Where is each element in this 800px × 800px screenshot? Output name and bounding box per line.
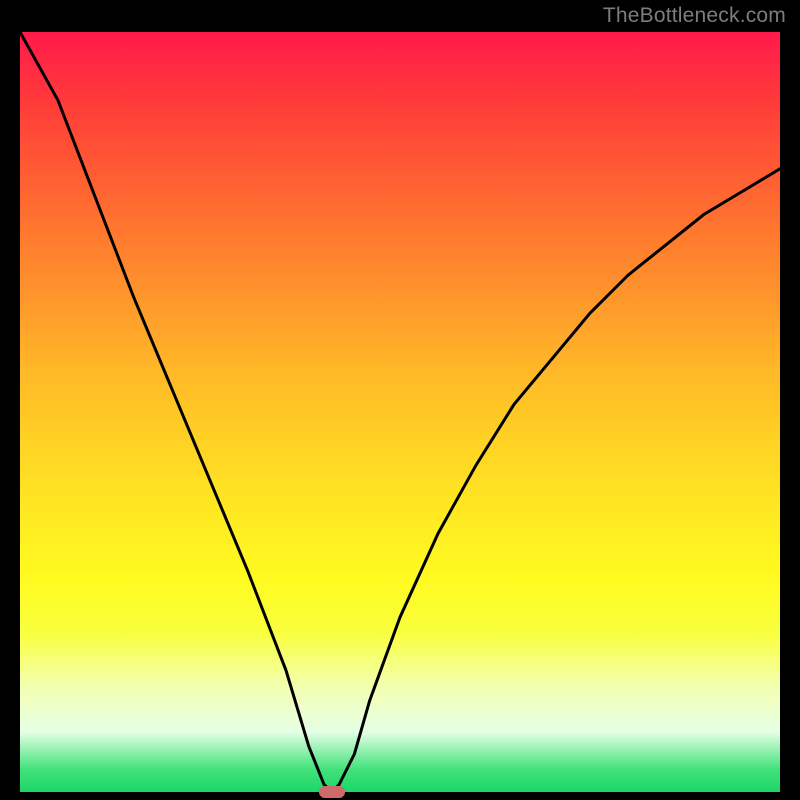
plot-area: [20, 32, 780, 792]
watermark-text: TheBottleneck.com: [603, 4, 786, 28]
chart-frame: TheBottleneck.com: [0, 0, 800, 800]
curve-path: [20, 32, 780, 792]
bottleneck-curve: [20, 32, 780, 792]
minimum-marker: [319, 786, 345, 798]
